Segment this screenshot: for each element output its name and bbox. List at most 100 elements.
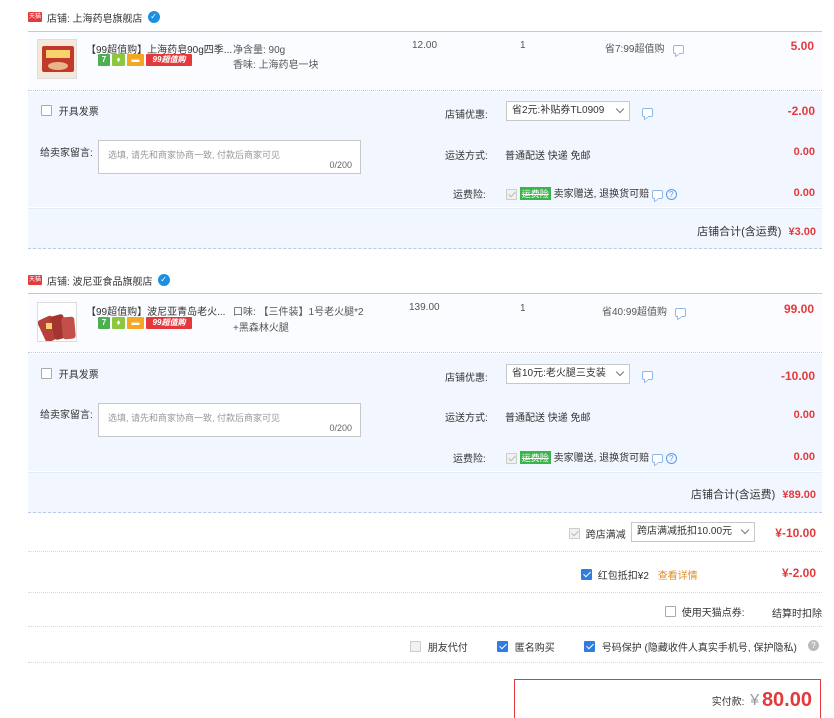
store-total-bar: 店铺合计(含运费) ¥3.00 — [28, 208, 822, 249]
quantity: 1 — [520, 303, 526, 314]
insurance-checkbox — [506, 188, 517, 200]
divider — [28, 551, 822, 552]
question-icon[interactable]: ? — [665, 188, 677, 200]
cross-store-select[interactable]: 跨店满减抵扣10.00元 — [631, 522, 755, 542]
product-thumbnail[interactable] — [37, 302, 77, 342]
tmall-icon: 天猫 — [28, 275, 42, 285]
product-spec: 净含量: 90g — [233, 45, 286, 56]
message-counter: 0/200 — [329, 160, 352, 170]
red-packet-details-link[interactable]: 查看详情 — [658, 571, 698, 582]
cross-store-checkbox — [569, 528, 580, 539]
unit-price: 139.00 — [409, 302, 440, 313]
divider — [28, 662, 822, 663]
super-value-badge: 99超值购 — [146, 317, 192, 329]
tmall-points-checkbox[interactable] — [665, 606, 676, 617]
store-discount-value: 省10元:老火腿三支装 — [512, 368, 606, 379]
product-spec: 口味: 【三件装】1号老火腿*2 — [233, 307, 364, 318]
chevron-down-icon — [615, 367, 625, 377]
number-protect-option[interactable]: 号码保护 (隐藏收件人真实手机号, 保护隐私) — [584, 639, 797, 654]
payment-amount: 80.00 — [761, 689, 812, 711]
discount-info-icon[interactable] — [642, 370, 653, 380]
store-total-value: ¥3.00 — [788, 226, 816, 238]
divider — [28, 592, 822, 593]
insurance-fee: 0.00 — [793, 451, 815, 463]
invoice-checkbox[interactable] — [41, 105, 52, 116]
store-options-panel: 开具发票 给卖家留言: 选填, 请先和商家协商一致, 付款后商家可见 0/200… — [28, 92, 822, 207]
discount-label: 店铺优惠: — [445, 373, 488, 384]
chevron-down-icon — [615, 104, 625, 114]
insurance-checkbox — [506, 452, 517, 464]
guarantee-icon: ♦ — [112, 54, 125, 66]
invoice-checkbox[interactable] — [41, 368, 52, 379]
product-thumbnail[interactable] — [37, 39, 77, 79]
help-icon[interactable]: ? — [808, 640, 819, 651]
chevron-down-icon — [740, 525, 750, 535]
message-placeholder: 选填, 请先和商家协商一致, 付款后商家可见 — [108, 413, 281, 423]
anonymous-checkbox[interactable] — [497, 641, 508, 652]
promo-info-icon[interactable] — [673, 44, 684, 54]
product-title[interactable]: 【99超值购】波尼亚青岛老火... — [86, 303, 225, 318]
shipping-fee: 0.00 — [793, 146, 815, 158]
insurance-text: 卖家赠送, 退换货可赔 — [553, 453, 650, 464]
promo-text: 省7:99超值购 — [605, 44, 665, 55]
store-total-bar: 店铺合计(含运费) ¥89.00 — [28, 472, 822, 513]
insurance-message-icon[interactable] — [651, 189, 663, 199]
seven-day-return-icon: 7 — [98, 317, 110, 329]
credit-card-icon: ▬ — [127, 317, 144, 329]
wangwang-chat-icon[interactable]: ✓ — [157, 274, 170, 286]
red-packet-label: 红包抵扣¥2 — [597, 571, 649, 582]
shipping-method: 普通配送 快递 免邮 — [505, 413, 591, 424]
discount-amount: -2.00 — [787, 104, 815, 118]
store-total-value: ¥89.00 — [782, 489, 816, 501]
invoice-option[interactable]: 开具发票 — [41, 103, 99, 118]
shipping-label: 运送方式: — [445, 413, 488, 424]
shipping-fee: 0.00 — [793, 409, 815, 421]
order-item-row: 【99超值购】波尼亚青岛老火... 7 ♦ ▬ 99超值购 口味: 【三件装】1… — [28, 293, 822, 353]
discount-amount: -10.00 — [780, 369, 815, 383]
anonymous-option[interactable]: 匿名购买 — [497, 639, 555, 654]
red-packet-option[interactable]: 红包抵扣¥2 查看详情 — [581, 567, 698, 582]
insurance-message-icon[interactable] — [651, 453, 663, 463]
wangwang-chat-icon[interactable]: ✓ — [147, 11, 160, 23]
number-protect-label: 号码保护 (隐藏收件人真实手机号, 保护隐私) — [601, 643, 797, 654]
product-flavor: +黑森林火腿 — [233, 323, 289, 334]
insurance-text: 卖家赠送, 退换货可赔 — [553, 189, 650, 200]
store-total-label: 店铺合计(含运费) — [697, 226, 782, 238]
invoice-option[interactable]: 开具发票 — [41, 366, 99, 381]
store-options-panel: 开具发票 给卖家留言: 选填, 请先和商家协商一致, 付款后商家可见 0/200… — [28, 354, 822, 471]
cross-store-option: 跨店满减 — [569, 526, 626, 541]
question-icon[interactable]: ? — [665, 452, 677, 464]
store-name[interactable]: 店铺: 上海药皂旗舰店 — [47, 10, 143, 25]
credit-card-icon: ▬ — [127, 54, 144, 66]
friend-pay-checkbox — [410, 641, 421, 652]
guarantee-icon: ♦ — [112, 317, 125, 329]
insurance-tag: 运费险 — [519, 451, 551, 464]
discount-info-icon[interactable] — [642, 107, 653, 117]
red-packet-amount: ¥-2.00 — [781, 566, 816, 580]
message-counter: 0/200 — [329, 423, 352, 433]
seller-message-input[interactable]: 选填, 请先和商家协商一致, 付款后商家可见 0/200 — [98, 403, 361, 437]
quantity: 1 — [520, 40, 526, 51]
message-placeholder: 选填, 请先和商家协商一致, 付款后商家可见 — [108, 150, 281, 160]
anonymous-label: 匿名购买 — [514, 643, 555, 654]
divider — [28, 626, 822, 627]
seller-message-input[interactable]: 选填, 请先和商家协商一致, 付款后商家可见 0/200 — [98, 140, 361, 174]
order-item-row: 【99超值购】上海药皂90g四季... 7 ♦ ▬ 99超值购 净含量: 90g… — [28, 31, 822, 91]
store-total-label: 店铺合计(含运费) — [690, 489, 776, 501]
store-discount-select[interactable]: 省2元:补贴券TL0909 — [506, 101, 630, 121]
message-label: 给卖家留言: — [40, 148, 93, 159]
cross-store-amount: ¥-10.00 — [775, 526, 816, 540]
discount-label: 店铺优惠: — [445, 110, 488, 121]
tmall-points-option[interactable]: 使用天猫点券: — [665, 604, 745, 619]
tmall-points-note: 结算时扣除 — [772, 609, 822, 620]
store-discount-value: 省2元:补贴券TL0909 — [512, 105, 605, 116]
promo-info-icon[interactable] — [675, 307, 686, 317]
cross-store-value: 跨店满减抵扣10.00元 — [637, 526, 733, 537]
number-protect-checkbox[interactable] — [584, 641, 595, 652]
store-name[interactable]: 店铺: 波尼亚食品旗舰店 — [47, 273, 153, 288]
product-badges: 7 ♦ ▬ 99超值购 — [98, 317, 192, 329]
store-discount-select[interactable]: 省10元:老火腿三支装 — [506, 364, 630, 384]
invoice-label: 开具发票 — [58, 107, 99, 118]
item-subtotal: 5.00 — [790, 39, 814, 53]
red-packet-checkbox[interactable] — [581, 569, 592, 580]
